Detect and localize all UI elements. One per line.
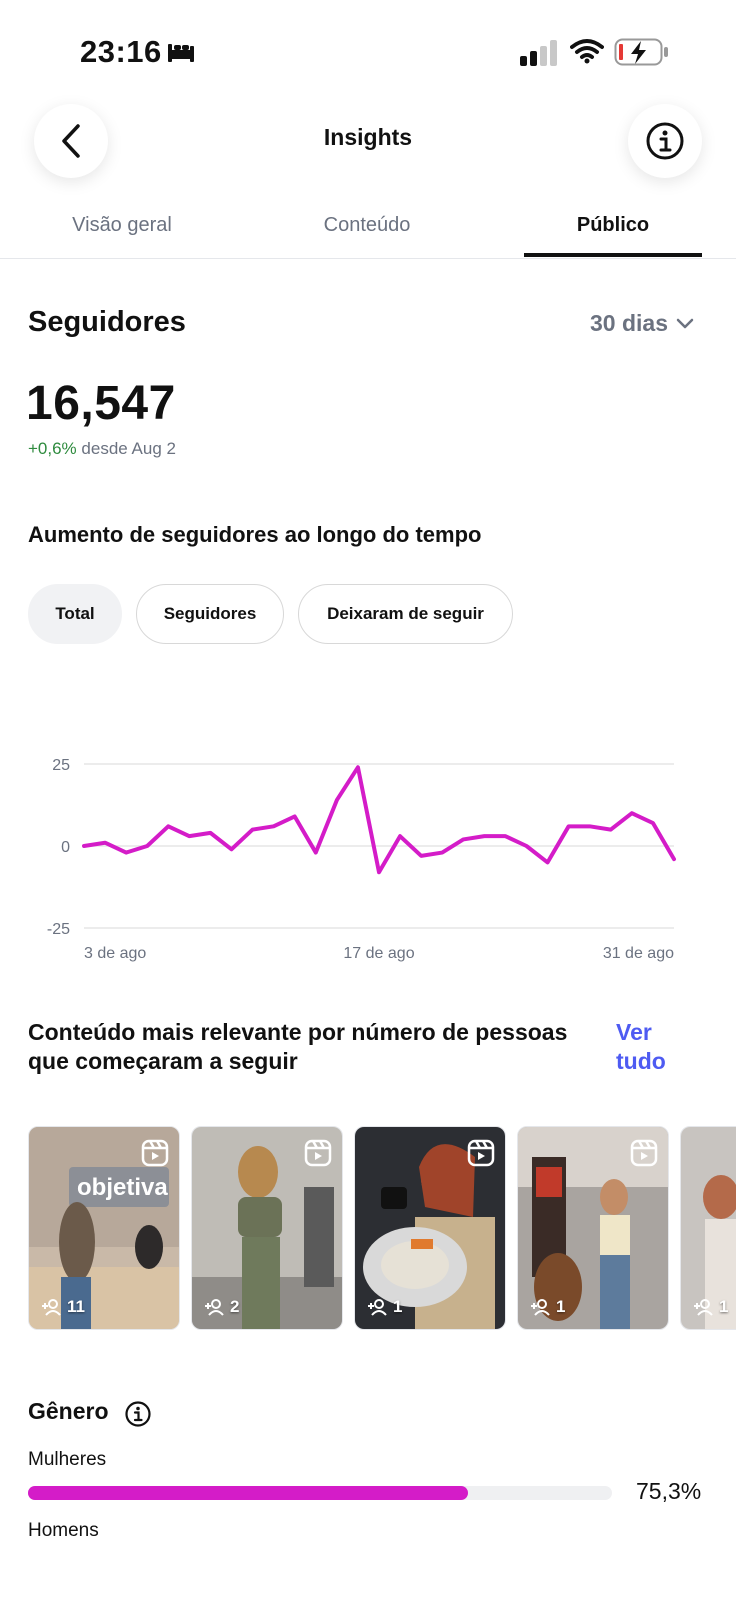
cell-signal-icon — [520, 40, 557, 66]
y-tick-label: 0 — [61, 839, 70, 856]
info-button[interactable] — [628, 104, 702, 178]
reels-icon — [630, 1139, 658, 1167]
x-tick-label: 17 de ago — [343, 945, 414, 962]
content-thumbnail[interactable]: 1 — [517, 1126, 669, 1330]
content-thumbnail[interactable]: 1 — [354, 1126, 506, 1330]
svg-text:objetiva: objetiva — [77, 1174, 168, 1201]
series-line — [82, 765, 676, 875]
women-percentage: 75,3% — [636, 1478, 702, 1504]
x-tick-label: 31 de ago — [603, 945, 674, 962]
tab-content[interactable]: Conteúdo — [247, 214, 487, 237]
see-all-link[interactable]: Ver tudo — [616, 1018, 696, 1076]
follows-count: 1 — [530, 1297, 565, 1317]
top-content-title: Conteúdo mais relevante por número de pe… — [28, 1019, 568, 1074]
growth-chart-title: Aumento de seguidores ao longo do tempo — [28, 522, 482, 547]
tab-audience[interactable]: Público — [493, 214, 733, 237]
followers-title: Seguidores — [28, 306, 186, 338]
follows-count: 1 — [693, 1297, 728, 1317]
active-tab-indicator — [524, 253, 702, 257]
change-percent: +0,6% — [28, 439, 77, 458]
follows-count: 2 — [204, 1297, 239, 1317]
content-thumbnail[interactable]: 2 — [191, 1126, 343, 1330]
sleep-focus-icon — [168, 44, 194, 62]
chevron-down-icon — [676, 318, 694, 328]
filter-unfollows-button[interactable]: Deixaram de seguir — [298, 584, 513, 644]
tabs-divider — [0, 258, 736, 259]
follower-count: 16,547 — [26, 377, 176, 430]
women-label: Mulheres — [28, 1449, 107, 1470]
add-person-icon — [368, 1299, 387, 1316]
content-thumbnail[interactable]: 1 — [680, 1126, 736, 1330]
status-bar: 23:16 — [0, 0, 736, 100]
follower-change: +0,6% desde Aug 2 — [28, 439, 176, 459]
reels-icon — [467, 1139, 495, 1167]
x-tick-label: 3 de ago — [84, 945, 146, 962]
info-icon — [646, 122, 684, 160]
tab-overview[interactable]: Visão geral — [2, 214, 242, 237]
women-bar — [28, 1486, 612, 1500]
y-tick-label: -25 — [47, 921, 70, 938]
reels-icon — [141, 1139, 169, 1167]
add-person-icon — [205, 1299, 224, 1316]
women-bar-fill — [28, 1486, 468, 1500]
y-tick-label: 25 — [52, 757, 70, 774]
add-person-icon — [531, 1299, 550, 1316]
info-icon[interactable] — [124, 1400, 152, 1428]
filter-followers-button[interactable]: Seguidores — [136, 584, 284, 644]
add-person-icon — [42, 1299, 61, 1316]
reels-icon — [304, 1139, 332, 1167]
content-thumbnail[interactable]: objetiva 11 — [28, 1126, 180, 1330]
add-person-icon — [694, 1299, 713, 1316]
follows-count: 11 — [41, 1297, 85, 1317]
wifi-icon — [570, 39, 604, 64]
battery-charging-icon — [614, 38, 668, 66]
follower-growth-chart: 25 0 -25 3 de ago 17 de ago 31 de ago — [47, 757, 676, 962]
period-dropdown[interactable]: 30 dias — [590, 310, 694, 337]
change-since: desde Aug 2 — [81, 439, 176, 458]
period-label: 30 dias — [590, 310, 668, 336]
follows-count: 1 — [367, 1297, 402, 1317]
filter-total-button[interactable]: Total — [28, 584, 122, 644]
status-time: 23:16 — [80, 34, 162, 69]
top-content-carousel[interactable]: objetiva 11 2 1 1 1 — [28, 1126, 736, 1330]
men-label: Homens — [28, 1520, 99, 1541]
gender-title: Gênero — [28, 1398, 109, 1424]
page-title: Insights — [323, 124, 413, 150]
